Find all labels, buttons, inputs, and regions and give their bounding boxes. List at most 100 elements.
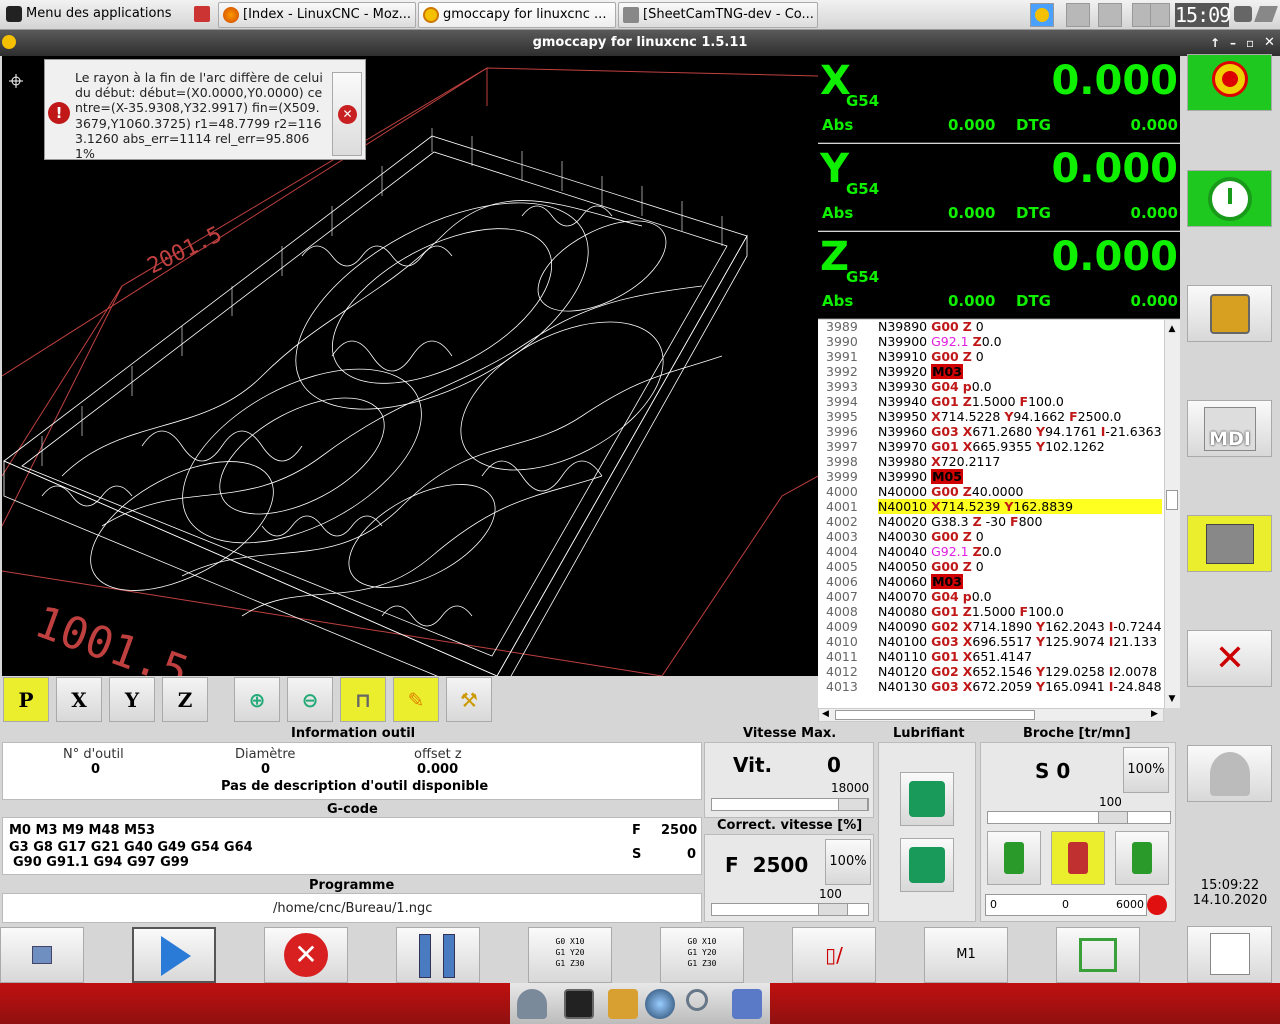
gcode-line[interactable]: 4008 N40080 G01 Z1.5000 F100.0: [818, 604, 1163, 619]
optional-blocks-button[interactable]: ▯/: [792, 927, 876, 983]
machine-on-button[interactable]: [1187, 170, 1272, 227]
mode-auto-button[interactable]: [1187, 515, 1272, 572]
zoom-in-button[interactable]: ⊕: [234, 677, 280, 722]
gcode-line[interactable]: 4004 N40040 G92.1 Z0.0: [818, 544, 1163, 559]
spindle-override-slider[interactable]: [987, 811, 1171, 824]
minimize-icon[interactable]: –: [1230, 30, 1236, 56]
pen-icon[interactable]: [1254, 6, 1278, 22]
hscroll-thumb[interactable]: [835, 710, 1035, 720]
gcode-line[interactable]: 3989 N39890 G00 Z 0: [818, 320, 1163, 334]
slider-knob[interactable]: [838, 799, 868, 810]
task-sheetcam[interactable]: [SheetCamTNG-dev - Co...: [618, 2, 818, 28]
gcode-line[interactable]: 4000 N40000 G00 Z40.0000: [818, 484, 1163, 499]
dro-x[interactable]: X G54 0.000 Abs 0.000 DTG 0.000: [818, 56, 1180, 143]
gcode-line[interactable]: 4011 N40110 G01 X651.4147: [818, 649, 1163, 664]
maximize-icon[interactable]: ▫: [1246, 30, 1254, 56]
file-cabinet-icon[interactable]: [608, 989, 638, 1019]
gcode-line[interactable]: 4002 N40020 G38.3 Z -30 F800: [818, 514, 1163, 529]
gcode-hscrollbar[interactable]: ◀ ▶: [818, 708, 1164, 722]
spindle-reset-button[interactable]: 100%: [1123, 747, 1169, 793]
user-tabs-button[interactable]: [1187, 745, 1272, 802]
scroll-down-icon[interactable]: ▼: [1166, 694, 1178, 706]
view-z-button[interactable]: Z: [162, 677, 208, 722]
workspace-2[interactable]: [1098, 3, 1122, 27]
scroll-left-icon[interactable]: ◀: [822, 709, 829, 719]
run-from-line-button[interactable]: G0 X10 G1 Y20 G1 Z30: [660, 927, 744, 983]
dismiss-error-button[interactable]: ✕: [332, 72, 362, 156]
gcode-line[interactable]: 3993 N39930 G04 p0.0: [818, 379, 1163, 394]
slider-knob[interactable]: [818, 904, 848, 915]
clear-plot-button[interactable]: ⚒: [446, 677, 492, 722]
feed-reset-button[interactable]: 100%: [825, 839, 871, 885]
gcode-line[interactable]: 4013 N40130 G03 X672.2059 Y165.0941 I-24.…: [818, 679, 1163, 694]
show-desktop-icon[interactable]: [190, 2, 214, 28]
spindle-ccw-button[interactable]: [987, 831, 1041, 885]
gcode-line[interactable]: 3992 N39920 M03: [818, 364, 1163, 379]
pause-button[interactable]: [396, 927, 480, 983]
task-firefox[interactable]: [Index - LinuxCNC - Moz...: [218, 2, 416, 28]
network-icon[interactable]: [1234, 6, 1252, 22]
tray-gmoccapy-icon[interactable]: [1030, 3, 1054, 27]
spindle-cw-button[interactable]: [1115, 831, 1169, 885]
task-gmoccapy[interactable]: gmoccapy for linuxcnc ...: [418, 2, 616, 28]
line-number: 4011: [826, 649, 858, 664]
scroll-thumb[interactable]: [1166, 490, 1178, 510]
view-y-button[interactable]: Y: [109, 677, 155, 722]
scroll-up-icon[interactable]: ▲: [1166, 324, 1178, 336]
optional-stop-button[interactable]: M1: [924, 927, 1008, 983]
gcode-line[interactable]: 4005 N40050 G00 Z 0: [818, 559, 1163, 574]
fullscreen-preview-button[interactable]: [1056, 927, 1140, 983]
mist-button[interactable]: [900, 838, 954, 892]
gcode-view[interactable]: 3989 N39890 G00 Z 0 3990 N39900 G92.1 Z0.0 3…: [818, 320, 1180, 708]
run-button[interactable]: [132, 927, 216, 983]
window-titlebar[interactable]: gmoccapy for linuxcnc 1.5.11 ↑ – ▫ ✕: [0, 30, 1280, 56]
workspace-1[interactable]: [1066, 3, 1090, 27]
dro-y[interactable]: Y G54 0.000 Abs 0.000 DTG 0.000: [818, 144, 1180, 231]
show-dimensions-button[interactable]: ⊓: [340, 677, 386, 722]
applications-menu[interactable]: Menu des applications: [2, 2, 214, 28]
gcode-line[interactable]: 4003 N40030 G00 Z 0: [818, 529, 1163, 544]
open-file-button[interactable]: [0, 927, 84, 983]
gcode-line[interactable]: 4012 N40120 G02 X652.1546 Y129.0258 I2.00…: [818, 664, 1163, 679]
settings-button[interactable]: ✕: [1187, 630, 1272, 687]
gcode-line[interactable]: 3999 N39990 M05: [818, 469, 1163, 484]
max-velocity-slider[interactable]: [711, 798, 869, 811]
zoom-out-button[interactable]: ⊖: [287, 677, 333, 722]
search-icon[interactable]: [686, 989, 708, 1011]
mode-mdi-button[interactable]: MDI: [1187, 400, 1272, 457]
gcode-line[interactable]: 3998 N39980 X720.2117: [818, 454, 1163, 469]
flood-button[interactable]: [900, 772, 954, 826]
gcode-vscrollbar[interactable]: ▲ ▼: [1164, 320, 1180, 708]
gcode-line[interactable]: 3990 N39900 G92.1 Z0.0: [818, 334, 1163, 349]
spindle-stop-button[interactable]: [1051, 831, 1105, 885]
gcode-line[interactable]: 4007 N40070 G04 p0.0: [818, 589, 1163, 604]
mode-manual-button[interactable]: [1187, 285, 1272, 342]
browser-icon[interactable]: [645, 989, 675, 1019]
close-window-icon[interactable]: ✕: [1264, 30, 1275, 56]
dro-z[interactable]: Z G54 0.000 Abs 0.000 DTG 0.000: [818, 232, 1180, 319]
slider-knob[interactable]: [1098, 812, 1128, 823]
edit-button[interactable]: [1187, 926, 1272, 983]
gcode-line-current[interactable]: 4001 N40010 X714.5239 Y162.8839: [818, 499, 1163, 514]
stop-button[interactable]: ✕: [264, 927, 348, 983]
gcode-line[interactable]: 4010 N40100 G03 X696.5517 Y125.9074 I21.1…: [818, 634, 1163, 649]
terminal-icon[interactable]: [564, 989, 594, 1019]
folder-icon[interactable]: [732, 989, 762, 1019]
show-tool-path-button[interactable]: ✎: [393, 677, 439, 722]
gcode-line[interactable]: 3996 N39960 G03 X671.2680 Y94.1761 I-21.6…: [818, 424, 1163, 439]
view-perspective-button[interactable]: P: [3, 677, 49, 722]
gcode-line[interactable]: 3991 N39910 G00 Z 0: [818, 349, 1163, 364]
drive-icon[interactable]: [517, 989, 547, 1019]
workspace-4[interactable]: [1150, 3, 1170, 27]
feed-override-slider[interactable]: [711, 903, 869, 916]
step-button[interactable]: G0 X10 G1 Y20 G1 Z30: [528, 927, 612, 983]
scroll-right-icon[interactable]: ▶: [1151, 709, 1158, 719]
view-x-button[interactable]: X: [56, 677, 102, 722]
estop-button[interactable]: [1187, 54, 1272, 111]
gcode-line[interactable]: 3994 N39940 G01 Z1.5000 F100.0: [818, 394, 1163, 409]
gcode-line[interactable]: 3995 N39950 X714.5228 Y94.1662 F2500.0: [818, 409, 1163, 424]
gcode-line[interactable]: 4006 N40060 M03: [818, 574, 1163, 589]
window-up-icon[interactable]: ↑: [1210, 30, 1220, 56]
gcode-line[interactable]: 3997 N39970 G01 X665.9355 Y102.1262: [818, 439, 1163, 454]
gcode-line[interactable]: 4009 N40090 G02 X714.1890 Y162.2043 I-0.7…: [818, 619, 1163, 634]
